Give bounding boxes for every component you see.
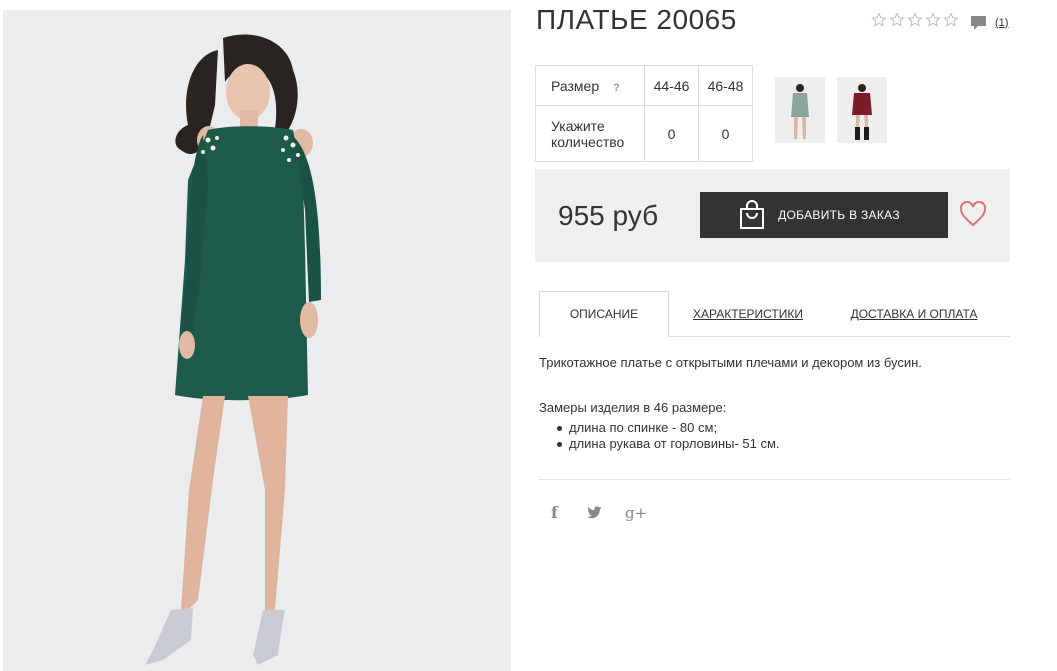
size-option-46-48: 46-48: [698, 65, 753, 106]
star-icon[interactable]: [889, 12, 905, 28]
quantity-input-44-46[interactable]: [651, 125, 692, 142]
product-photo[interactable]: [3, 10, 511, 671]
add-to-order-button[interactable]: ДОБАВИТЬ В ЗАКАЗ: [700, 192, 948, 238]
size-option-44-46: 44-46: [644, 65, 699, 106]
product-title: ПЛАТЬЕ 20065: [536, 4, 737, 35]
star-icon[interactable]: [907, 12, 923, 28]
size-label-cell: Размер?: [535, 65, 645, 106]
list-item: длина рукава от горловины- 51 см.: [556, 436, 780, 452]
star-icon[interactable]: [943, 12, 959, 28]
question-icon[interactable]: ?: [613, 82, 620, 94]
measures-list: длина по спинке - 80 см; длина рукава от…: [556, 420, 780, 452]
purchase-panel: 955 руб ДОБАВИТЬ В ЗАКАЗ: [535, 169, 1010, 262]
star-icon[interactable]: [871, 12, 887, 28]
color-variant-green-thumb[interactable]: [775, 77, 825, 143]
quantity-row: Укажите количество: [535, 105, 753, 162]
add-to-order-label: ДОБАВИТЬ В ЗАКАЗ: [778, 208, 900, 222]
social-share: f g+: [551, 503, 647, 522]
tab-delivery-payment[interactable]: ДОСТАВКА И ОПЛАТА: [850, 291, 978, 336]
quantity-input-46-48[interactable]: [705, 125, 746, 142]
product-description: Трикотажное платье с открытыми плечами и…: [539, 355, 922, 370]
size-row: Размер? 44-46 46-48: [535, 65, 753, 106]
comment-icon[interactable]: [970, 14, 987, 31]
quantity-cell-46-48: [698, 105, 753, 162]
tab-description[interactable]: ОПИСАНИЕ: [539, 291, 669, 337]
tab-characteristics[interactable]: ХАРАКТЕРИСТИКИ: [691, 291, 805, 336]
list-item: длина по спинке - 80 см;: [556, 420, 780, 436]
quantity-label: Укажите количество: [535, 105, 645, 162]
color-variant-burgundy-thumb[interactable]: [837, 77, 887, 143]
rating-stars[interactable]: [871, 12, 959, 28]
quantity-cell-44-46: [644, 105, 699, 162]
google-plus-icon[interactable]: g+: [625, 504, 647, 522]
measures-title: Замеры изделия в 46 размере:: [539, 400, 727, 415]
heart-icon[interactable]: [959, 201, 987, 227]
comments-link[interactable]: (1): [970, 14, 1008, 31]
comments-count[interactable]: (1): [995, 17, 1008, 29]
shopping-bag-icon: [740, 200, 766, 230]
size-table: Размер? 44-46 46-48 Укажите количество: [535, 65, 753, 162]
divider: [538, 479, 1010, 480]
star-icon[interactable]: [925, 12, 941, 28]
product-tabs: ОПИСАНИЕ ХАРАКТЕРИСТИКИ ДОСТАВКА И ОПЛАТ…: [538, 291, 1010, 337]
size-label: Размер: [551, 77, 600, 94]
price: 955 руб: [558, 200, 659, 231]
twitter-icon[interactable]: [587, 506, 603, 519]
facebook-icon[interactable]: f: [551, 503, 565, 522]
